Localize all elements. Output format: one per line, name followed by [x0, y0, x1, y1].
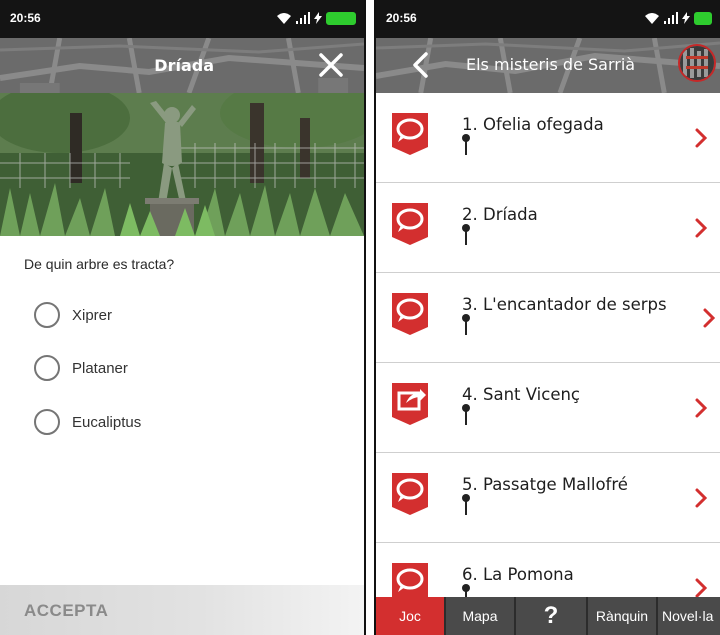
- share-icon: [392, 383, 428, 425]
- list-item[interactable]: 6. La Pomona: [376, 543, 720, 597]
- header: Els misteris de Sarrià: [376, 38, 720, 93]
- list-item[interactable]: 4. Sant Vicenç: [376, 363, 720, 453]
- question-text: De quin arbre es tracta?: [24, 256, 175, 272]
- radio-button[interactable]: [34, 302, 60, 328]
- radio-button[interactable]: [34, 409, 60, 435]
- status-icons: [644, 9, 712, 27]
- status-time: 20:56: [386, 11, 417, 25]
- page-title: Dríada: [154, 56, 214, 75]
- chevron-right-icon: [695, 578, 708, 597]
- chevron-right-icon: [695, 488, 708, 508]
- quiz-screen: 20:56 Dríada De quin arbre es tracta? Xi…: [0, 0, 366, 635]
- list-item[interactable]: 3. L'encantador de serps: [376, 273, 720, 363]
- list-item[interactable]: 1. Ofelia ofegada: [376, 93, 720, 183]
- battery-icon: [326, 11, 356, 25]
- screen-divider: [366, 0, 374, 635]
- tab-help[interactable]: ?: [516, 597, 588, 635]
- item-title: 4. Sant Vicenç: [462, 385, 581, 404]
- radio-button[interactable]: [34, 355, 60, 381]
- wifi-icon: [277, 13, 291, 24]
- signal-icon: [664, 12, 678, 24]
- list-item[interactable]: 5. Passatge Mallofré: [376, 453, 720, 543]
- item-title: 1. Ofelia ofegada: [462, 115, 604, 134]
- option-label: Xiprer: [72, 306, 113, 324]
- tab-mapa[interactable]: Mapa: [446, 597, 516, 635]
- option-plataner[interactable]: Plataner: [34, 355, 128, 381]
- pin-icon: [462, 494, 470, 515]
- status-bar: 20:56: [0, 0, 364, 38]
- pin-icon: [462, 224, 470, 245]
- option-xiprer[interactable]: Xiprer: [34, 302, 112, 328]
- item-title: 3. L'encantador de serps: [462, 295, 667, 314]
- speech-bubble-icon: [392, 203, 428, 245]
- chevron-right-icon: [695, 128, 708, 148]
- item-title: 6. La Pomona: [462, 565, 574, 584]
- pin-icon: [462, 404, 470, 425]
- item-title: 2. Dríada: [462, 205, 538, 224]
- header: Dríada: [0, 38, 364, 93]
- option-eucaliptus[interactable]: Eucaliptus: [34, 409, 141, 435]
- list-item[interactable]: 2. Dríada: [376, 183, 720, 273]
- route-list-screen: 20:56 Els misteris de Sarrià 1. Ofelia o…: [374, 0, 720, 635]
- bottom-tab-bar: Joc Mapa ? Rànquin Novel·la: [376, 597, 720, 635]
- wifi-icon: [645, 13, 659, 24]
- charging-icon: [314, 12, 322, 24]
- speech-bubble-icon: [392, 113, 428, 155]
- speech-bubble-icon: [392, 563, 428, 597]
- option-label: Eucaliptus: [72, 413, 142, 431]
- accept-button[interactable]: ACCEPTA: [0, 585, 364, 635]
- close-icon[interactable]: [316, 50, 346, 80]
- accept-label: ACCEPTA: [24, 601, 109, 620]
- speech-bubble-icon: [392, 473, 428, 515]
- statue-photo: [0, 93, 364, 236]
- route-list: 1. Ofelia ofegada 2. Dríada 3. L'encanta…: [376, 93, 720, 597]
- status-time: 20:56: [10, 11, 41, 25]
- signal-icon: [296, 12, 310, 24]
- status-icons: [276, 9, 356, 27]
- item-title: 5. Passatge Mallofré: [462, 475, 628, 494]
- speech-bubble-icon: [392, 293, 428, 335]
- chevron-right-icon: [703, 308, 716, 328]
- tab-novella[interactable]: Novel·la: [658, 597, 720, 635]
- tab-ranquin[interactable]: Rànquin: [588, 597, 658, 635]
- status-bar: 20:56: [376, 0, 720, 38]
- pin-icon: [462, 314, 470, 335]
- page-title: Els misteris de Sarrià: [466, 55, 636, 74]
- avatar[interactable]: [678, 44, 716, 82]
- option-label: Plataner: [72, 359, 128, 377]
- chevron-right-icon: [695, 218, 708, 238]
- tab-joc[interactable]: Joc: [376, 597, 446, 635]
- battery-icon: [694, 11, 712, 25]
- charging-icon: [682, 12, 690, 24]
- pin-icon: [462, 584, 470, 597]
- pin-icon: [462, 134, 470, 155]
- chevron-right-icon: [695, 398, 708, 418]
- back-arrow-icon[interactable]: [410, 51, 432, 79]
